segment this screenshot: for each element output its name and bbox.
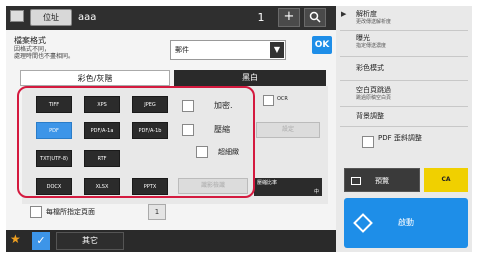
resolution-item[interactable]: 解析度 更改傳送解析度 — [356, 10, 468, 26]
exposure-item[interactable]: 曝光 指定傳送濃度 — [356, 34, 468, 50]
divider — [340, 126, 468, 127]
skip-blank-sub: 跳過原稿空白頁 — [356, 95, 392, 101]
search-button[interactable] — [304, 8, 326, 27]
color-mode-item[interactable]: 彩色模式 — [356, 64, 468, 73]
preview-label: 預覽 — [375, 177, 389, 185]
other-button[interactable]: 其它 — [56, 232, 124, 250]
compression-ratio-label: 壓縮比率 — [257, 180, 278, 186]
address-field[interactable]: aaa — [74, 9, 244, 26]
ocr-settings-button[interactable]: 設定 — [256, 122, 320, 138]
divider — [340, 80, 468, 81]
preview-button[interactable]: 預覽 — [344, 168, 420, 192]
clear-all-button[interactable]: CA — [424, 168, 468, 192]
resolution-label: 解析度 — [356, 10, 377, 18]
tab-color-gray[interactable]: 彩色/灰階 — [20, 70, 170, 86]
check-icon[interactable]: ✓ — [32, 232, 50, 250]
tab-black-white[interactable]: 黑白 — [174, 70, 326, 86]
address-button[interactable]: 位址 — [30, 9, 72, 26]
play-arrow-icon: ▶ — [341, 10, 347, 18]
divider — [340, 56, 468, 57]
highlight-frame — [17, 86, 255, 198]
add-destination-button[interactable]: + — [278, 8, 300, 27]
pdf-skew-checkbox[interactable] — [362, 136, 374, 148]
address-book-icon[interactable] — [10, 10, 24, 22]
exposure-sub: 指定傳送濃度 — [356, 43, 387, 49]
star-icon[interactable]: ★ — [10, 232, 21, 246]
destination-count: 1 — [257, 11, 265, 24]
compression-ratio-value: 中 — [313, 189, 319, 195]
chevron-down-icon[interactable]: ▼ — [270, 42, 284, 58]
file-format-subtitle-1: 因格式不同， — [14, 46, 51, 53]
divider — [340, 106, 468, 107]
file-format-subtitle-2: 處理時間也不盡相同。 — [14, 53, 75, 60]
background-adjust-item[interactable]: 背景調整 — [356, 112, 468, 121]
pages-per-file-value[interactable]: 1 — [148, 204, 166, 220]
pdf-skew-item[interactable]: PDF 歪斜調整 — [378, 134, 458, 143]
ocr-checkbox[interactable] — [263, 95, 274, 106]
skip-blank-item[interactable]: 空白頁跳過 跳過原稿空白頁 — [356, 86, 468, 102]
search-icon — [309, 11, 321, 23]
resolution-sub: 更改傳送解析度 — [356, 19, 392, 25]
file-format-title: 檔案格式 — [14, 36, 46, 45]
ok-button[interactable]: OK — [312, 36, 332, 54]
pages-per-file-label: 每檔所指定頁面 — [46, 208, 95, 216]
compression-ratio-button[interactable]: 壓縮比率 中 — [254, 178, 322, 196]
ocr-label: OCR — [277, 96, 288, 102]
send-mode-dropdown[interactable]: 郵件 — [170, 40, 286, 60]
skip-blank-label: 空白頁跳過 — [356, 86, 391, 94]
pages-per-file-checkbox[interactable] — [30, 206, 42, 218]
exposure-label: 曝光 — [356, 34, 370, 42]
divider — [340, 30, 468, 31]
preview-icon — [351, 177, 361, 185]
